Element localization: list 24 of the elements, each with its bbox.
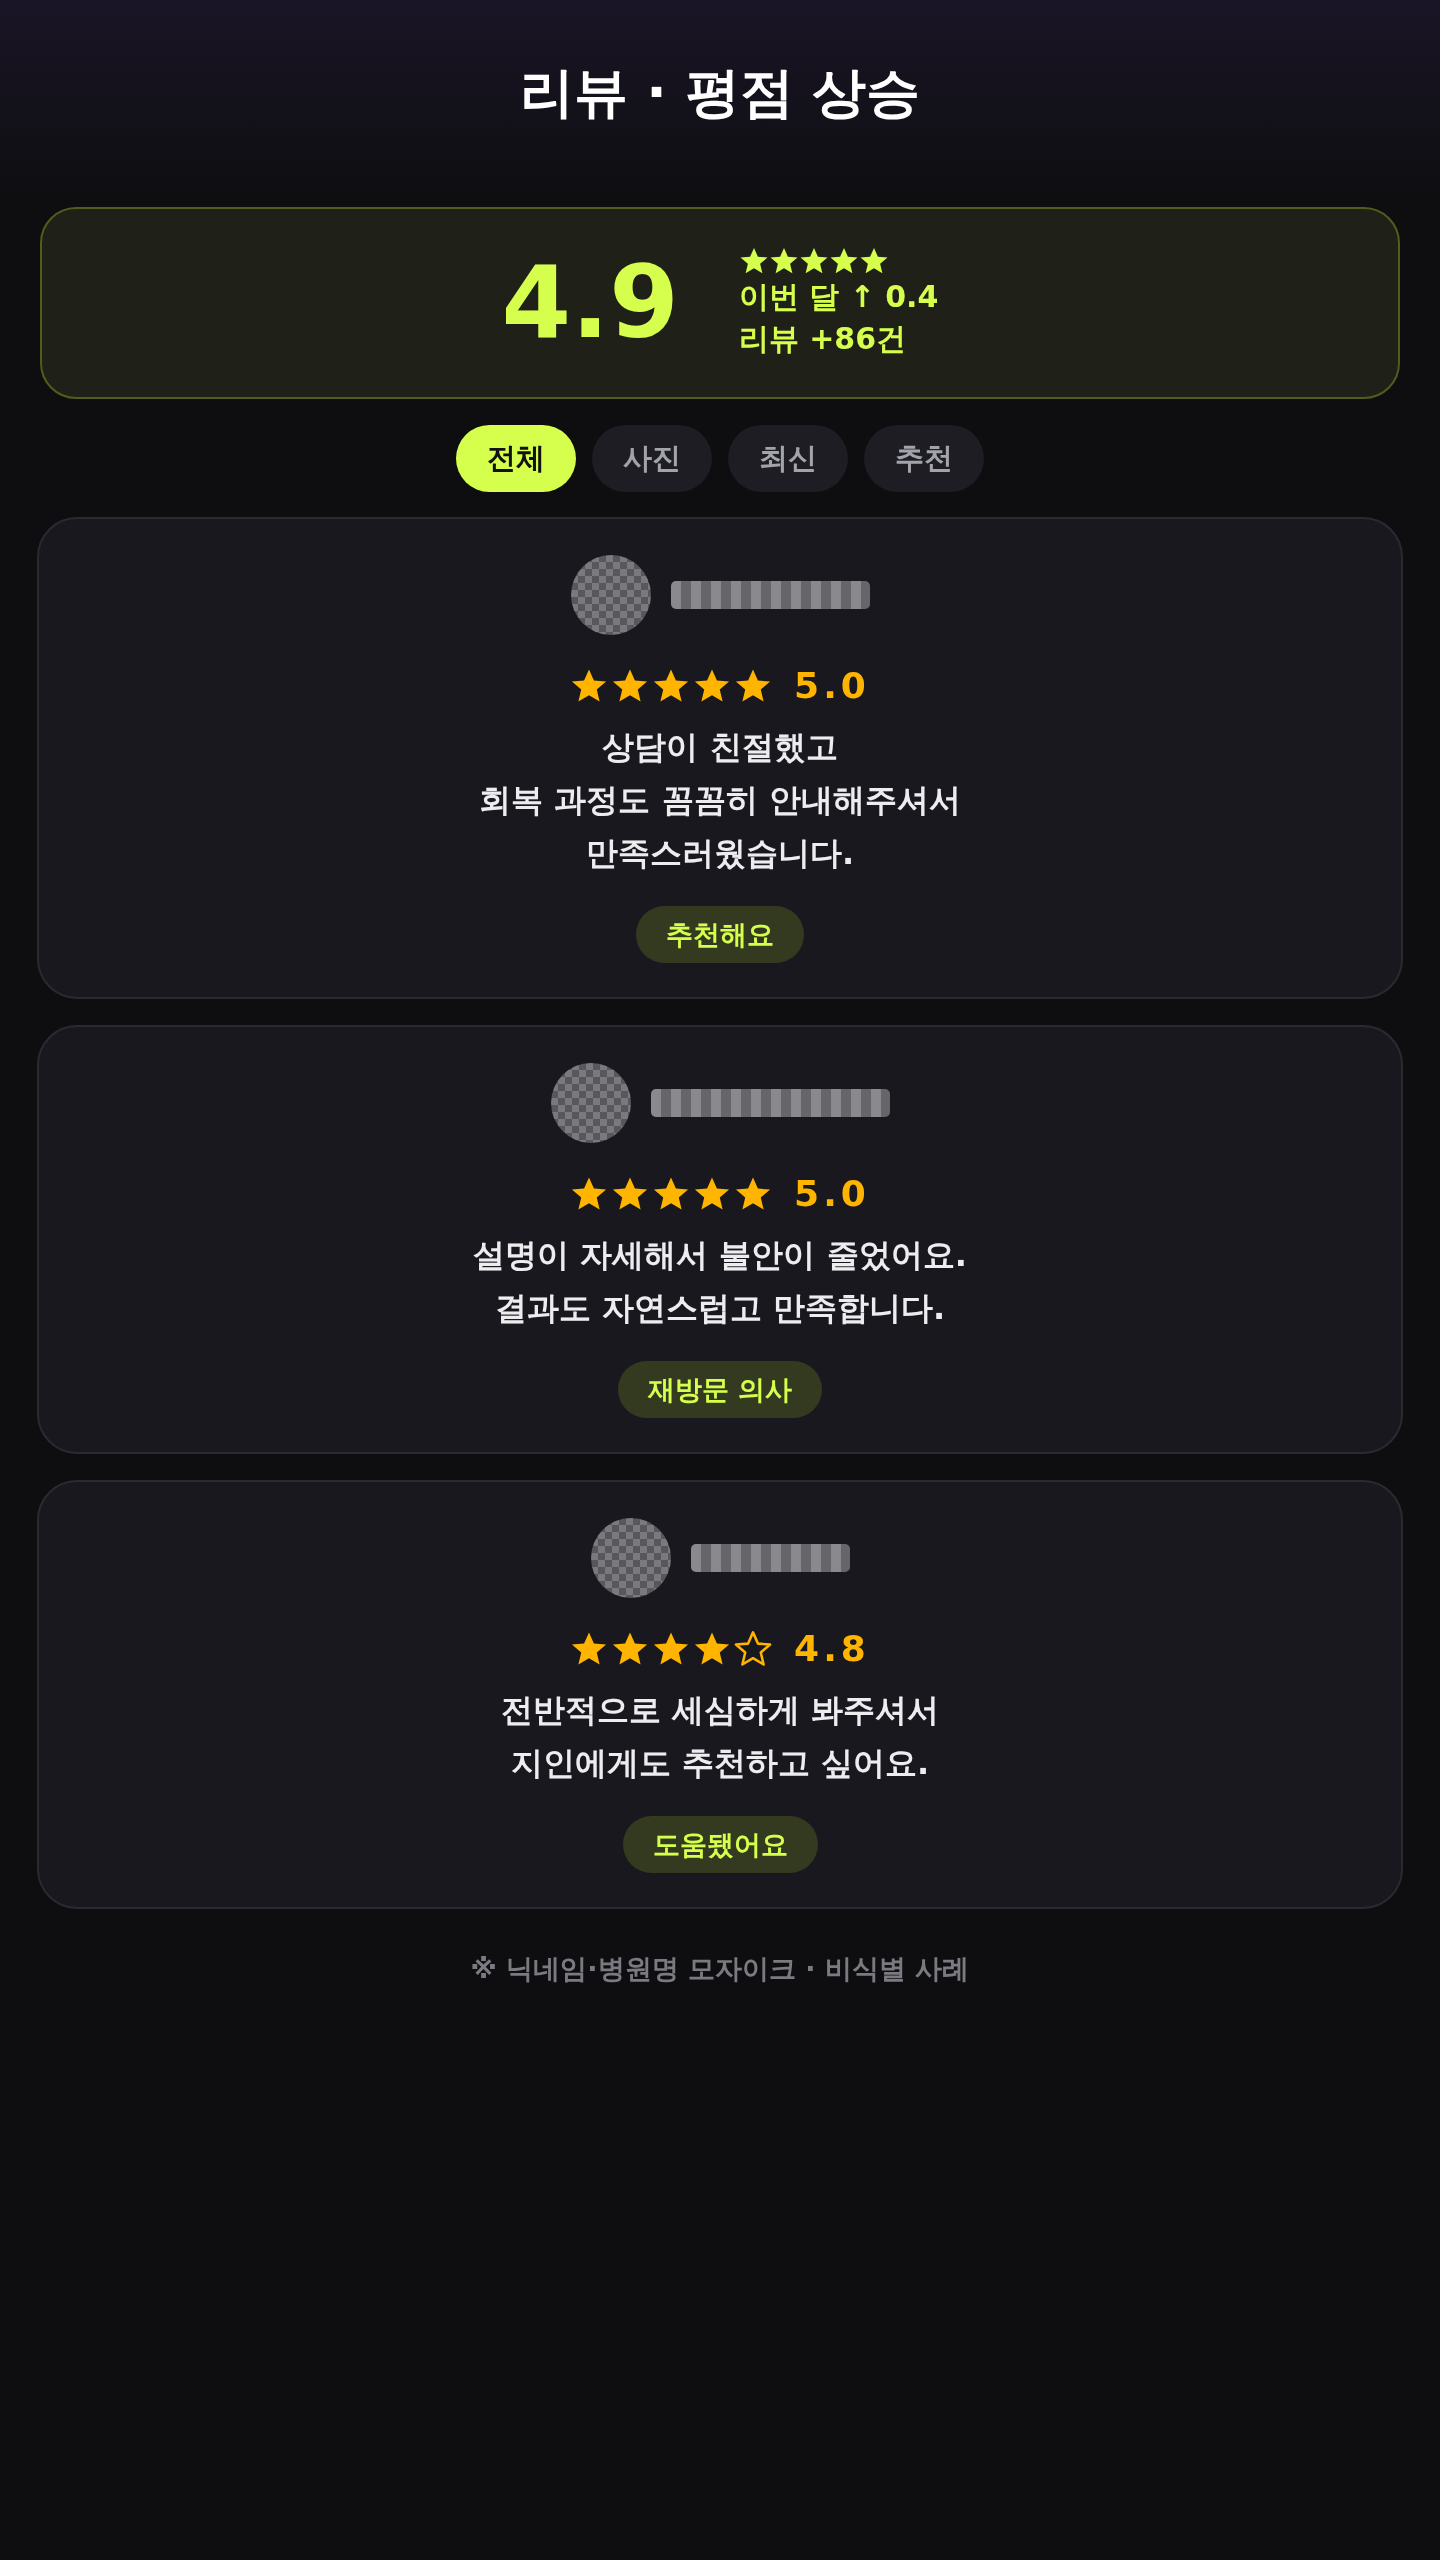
review-text: 상담이 친절했고 회복 과정도 꼼꼼히 안내해주셔서 만족스러웠습니다. bbox=[479, 727, 961, 874]
page-title: 리뷰 · 평점 상승 bbox=[519, 60, 921, 126]
star-icon bbox=[858, 246, 889, 276]
rating-value: 5.0 bbox=[794, 1173, 870, 1215]
filter-tab[interactable]: 추천 bbox=[864, 425, 984, 492]
review-tag: 추천해요 bbox=[636, 906, 804, 963]
review-tag: 도움됐어요 bbox=[622, 1816, 818, 1873]
empty-star-icon bbox=[734, 1630, 773, 1668]
review-text: 설명이 자세해서 불안이 줄었어요. 결과도 자연스럽고 만족합니다. bbox=[473, 1235, 967, 1329]
star-icon bbox=[768, 246, 799, 276]
rating-value: 4.8 bbox=[794, 1628, 870, 1670]
filter-tab[interactable]: 전체 bbox=[456, 425, 576, 492]
rating-value: 5.0 bbox=[794, 665, 870, 707]
star-icon bbox=[798, 246, 829, 276]
rating-change: 이번 달 ↑ 0.4 bbox=[738, 278, 939, 316]
star-icon bbox=[828, 246, 859, 276]
average-rating: 4.9 bbox=[501, 253, 679, 353]
filter-tab[interactable]: 사진 bbox=[592, 425, 712, 492]
review-count: 리뷰 +86건 bbox=[738, 320, 907, 358]
review-tag: 재방문 의사 bbox=[617, 1361, 823, 1418]
review-text: 전반적으로 세심하게 봐주셔서 지인에게도 추천하고 싶어요. bbox=[500, 1690, 940, 1784]
footer-note: ※ 닉네임·병원명 모자이크 · 비식별 사례 bbox=[469, 1952, 971, 1986]
star-icon bbox=[738, 246, 769, 276]
filter-tab[interactable]: 최신 bbox=[728, 425, 848, 492]
